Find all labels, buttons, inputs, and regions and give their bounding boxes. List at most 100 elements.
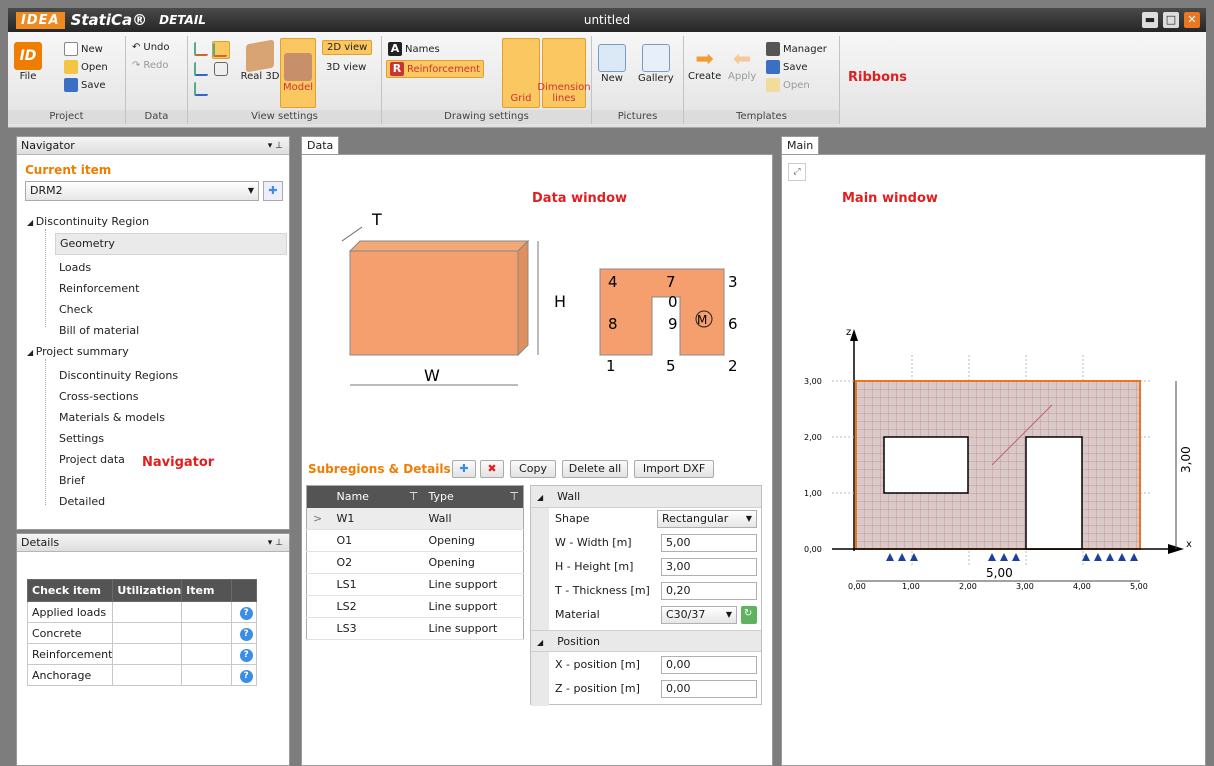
save-button[interactable]: Save (64, 78, 106, 92)
help-icon[interactable]: ? (239, 627, 253, 641)
table-row[interactable]: Applied loads? (26, 601, 257, 623)
tree-bill-of-material[interactable]: Bill of material (59, 324, 139, 337)
undo-button[interactable]: ↶ Undo (132, 42, 170, 53)
z-position-input[interactable]: 0,00 (661, 680, 757, 698)
table-row[interactable]: LS2 Line support (306, 595, 524, 618)
plus-icon: ✚ (459, 462, 469, 475)
current-item-select[interactable]: DRM2 ▼ (25, 181, 259, 201)
grid-button[interactable]: Grid (502, 38, 540, 108)
tab-data[interactable]: Data (301, 136, 340, 154)
reinforcement-button[interactable]: R Reinforcement (386, 60, 485, 78)
tab-main[interactable]: Main (781, 136, 820, 154)
table-row[interactable]: LS1 Line support (306, 573, 524, 596)
pin-icon[interactable]: ▾ ⊥ (268, 137, 283, 155)
tree-project-summary[interactable]: ◢ Project summary (27, 345, 129, 358)
table-row[interactable]: O1 Opening (306, 529, 524, 552)
manager-button[interactable]: Manager (766, 42, 827, 56)
help-icon[interactable]: ? (239, 606, 253, 620)
column-type[interactable]: Type ⊤ (422, 485, 524, 508)
material-select[interactable]: C30/37 ▼ (661, 606, 737, 624)
tree-loads[interactable]: Loads (59, 261, 91, 274)
cell-type: Line support (422, 573, 524, 596)
tree-reinforcement[interactable]: Reinforcement (59, 282, 139, 295)
copy-button[interactable]: Copy (510, 460, 556, 478)
import-dxf-button[interactable]: Import DXF (634, 460, 714, 478)
maximize-icon[interactable]: □ (1163, 12, 1179, 28)
redo-button[interactable]: ↷ Redo (132, 60, 169, 71)
height-input[interactable]: 3,00 (661, 558, 757, 576)
tree-check[interactable]: Check (59, 303, 93, 316)
arrow-left-icon: ⬅ (732, 47, 752, 72)
thickness-input[interactable]: 0,20 (661, 582, 757, 600)
open-button[interactable]: Open (64, 60, 108, 74)
view-2d-button[interactable]: 2D view (322, 40, 373, 55)
create-button[interactable]: ➡ Create (688, 49, 721, 83)
tree-discontinuity-region[interactable]: ◢ Discontinuity Region (27, 215, 149, 228)
height-dimension-label: 3,00 (1179, 446, 1193, 473)
column-type-label: Type (428, 490, 454, 504)
tree-settings[interactable]: Settings (59, 432, 104, 445)
minimize-icon[interactable]: ▬ (1142, 12, 1158, 28)
help-icon[interactable]: ? (239, 669, 253, 683)
tree-discontinuity-regions[interactable]: Discontinuity Regions (59, 369, 178, 382)
view-3d-button[interactable]: 3D view (326, 62, 366, 73)
x-position-input[interactable]: 0,00 (661, 656, 757, 674)
new-button[interactable]: New (64, 42, 103, 56)
filter-icon[interactable]: ⊤ (509, 490, 523, 503)
check-name: Applied loads (26, 601, 114, 623)
wall-section-header[interactable]: ◢ Wall (531, 486, 761, 508)
picture-new-button[interactable]: New (598, 44, 626, 84)
axis-xz-button[interactable] (194, 42, 208, 56)
close-icon[interactable]: ✕ (1184, 12, 1200, 28)
real-3d-button[interactable]: Real 3D (241, 39, 279, 82)
delete-subregion-button[interactable]: ✖ (480, 460, 504, 478)
document-title: untitled (583, 13, 631, 27)
tree-project-data[interactable]: Project data (59, 453, 125, 466)
position-section-header[interactable]: ◢ Position (531, 630, 761, 652)
gallery-button[interactable]: Gallery (638, 44, 674, 84)
box-view-button[interactable] (214, 62, 228, 76)
filter-icon[interactable]: ⊤ (409, 490, 423, 503)
model-button[interactable]: Model (280, 38, 316, 108)
axis-xy-button[interactable] (194, 82, 208, 96)
delete-icon: ✖ (487, 462, 497, 475)
file-button[interactable]: ID File (14, 42, 42, 82)
tree-detailed[interactable]: Detailed (59, 495, 105, 508)
folder-icon (64, 60, 78, 74)
tree-cross-sections[interactable]: Cross-sections (59, 390, 138, 403)
pin-icon[interactable]: ▾ ⊥ (268, 534, 283, 552)
table-row[interactable]: O2 Opening (306, 551, 524, 574)
tree-geometry[interactable]: Geometry (55, 233, 287, 255)
table-row[interactable]: Concrete? (26, 622, 257, 644)
add-subregion-button[interactable]: ✚ (452, 460, 476, 478)
details-title: Details (21, 536, 60, 549)
group-pictures: New Gallery Pictures (592, 36, 684, 124)
column-name[interactable]: Name ⊤ (330, 485, 423, 508)
group-project: ID File New Open Save Project (8, 36, 126, 124)
axis-2d-button[interactable] (212, 41, 230, 59)
apply-button[interactable]: ⬅ Apply (728, 47, 756, 83)
add-item-button[interactable]: ✚ (263, 181, 283, 201)
names-button[interactable]: A Names (388, 42, 440, 56)
shape-select[interactable]: Rectangular ▼ (657, 510, 757, 528)
template-save-button[interactable]: Save (766, 60, 808, 74)
axis-yz-button[interactable] (194, 62, 208, 76)
fullscreen-icon[interactable]: ⤢ (788, 163, 806, 181)
template-open-button[interactable]: Open (766, 78, 810, 92)
collapse-icon: ◢ (537, 638, 544, 647)
table-row[interactable]: Anchorage? (26, 664, 257, 686)
node-1: 1 (606, 357, 616, 375)
dimension-lines-button[interactable]: Dimension lines (537, 38, 591, 108)
cube-icon (214, 62, 228, 76)
delete-all-button[interactable]: Delete all (562, 460, 628, 478)
table-row[interactable]: > W1 Wall (306, 507, 524, 530)
table-row[interactable]: LS3 Line support (306, 617, 524, 640)
tree-brief[interactable]: Brief (59, 474, 85, 487)
table-row[interactable]: Reinforcement? (26, 643, 257, 665)
shape-value: Rectangular (662, 512, 729, 525)
width-input[interactable]: 5,00 (661, 534, 757, 552)
tree-materials-models[interactable]: Materials & models (59, 411, 165, 424)
material-library-button[interactable]: ↻ (741, 606, 757, 624)
help-icon[interactable]: ? (239, 648, 253, 662)
table-icon (766, 42, 780, 56)
